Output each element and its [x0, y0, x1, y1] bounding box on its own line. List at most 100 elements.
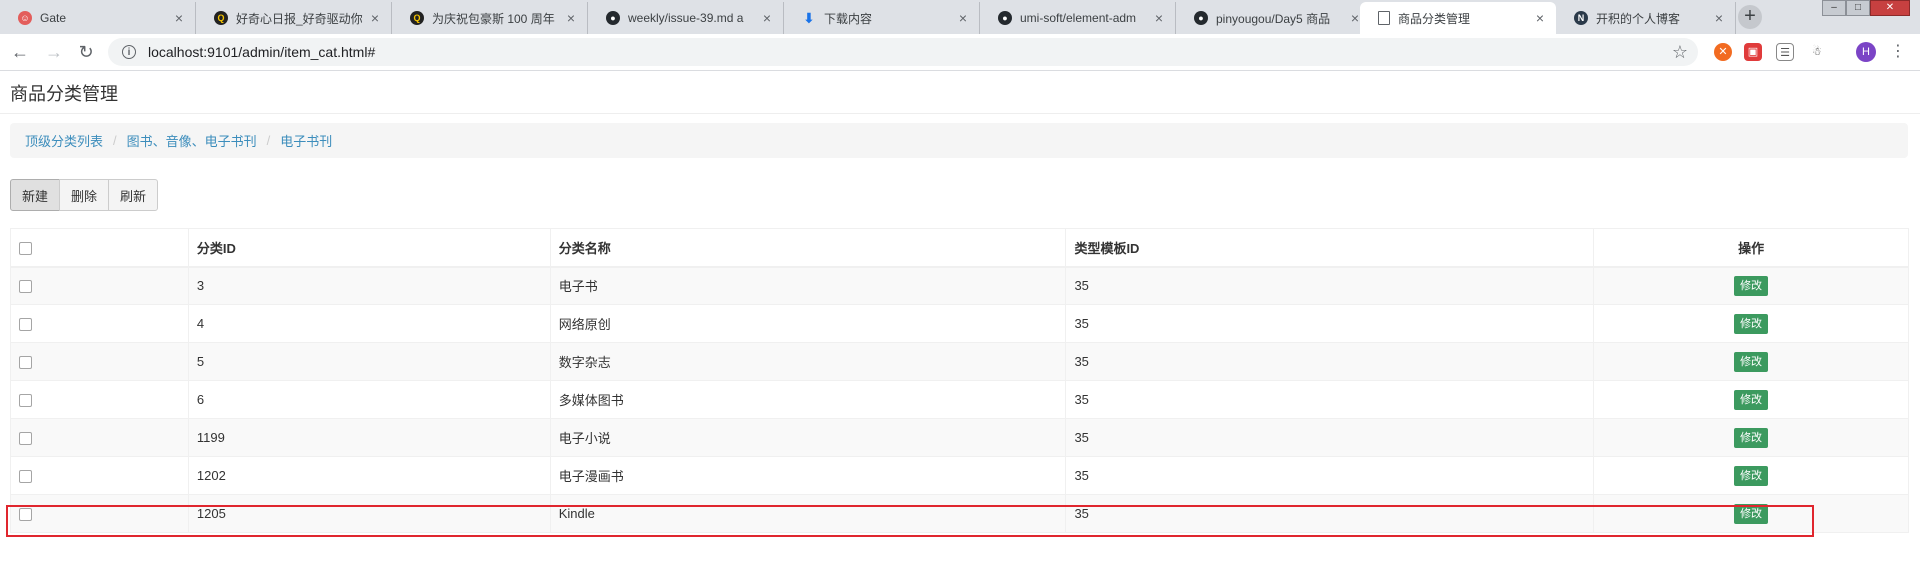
column-header-id: 分类ID [187, 228, 551, 268]
tab-pinyougou[interactable]: ● pinyougou/Day5 商品 × [1176, 2, 1372, 34]
breadcrumb: 顶级分类列表 / 图书、音像、电子书刊 / 电子书刊 [10, 123, 1908, 158]
tab-downloads[interactable]: ⬇ 下载内容 × [784, 2, 980, 34]
edit-button[interactable]: 修改 [1734, 389, 1769, 410]
tab-title: 为庆祝包豪斯 100 周年 [432, 11, 555, 26]
close-icon[interactable]: × [171, 10, 187, 26]
breadcrumb-item-level2[interactable]: 电子书刊 [280, 131, 332, 150]
row-select-cell [10, 342, 189, 381]
tab-title: umi-soft/element-adm [1020, 11, 1137, 25]
table-row: 6 多媒体图书 35 修改 [10, 380, 1909, 419]
close-icon[interactable]: × [759, 10, 775, 26]
breadcrumb-item-level1[interactable]: 图书、音像、电子书刊 [127, 131, 257, 150]
divider [0, 113, 1920, 114]
tab-qdaily-1[interactable]: Q 好奇心日报_好奇驱动你 × [196, 2, 392, 34]
back-arrow-icon[interactable]: ← [8, 40, 32, 64]
table-row: 5 数字杂志 35 修改 [10, 342, 1909, 381]
tab-blog[interactable]: N 开积的个人博客 × [1556, 2, 1736, 34]
delete-button[interactable]: 删除 [59, 179, 110, 211]
cell-template: 35 [1065, 380, 1595, 419]
minimize-window-icon[interactable]: – [1822, 0, 1846, 16]
close-window-icon[interactable]: ✕ [1870, 0, 1910, 16]
row-checkbox[interactable] [19, 280, 32, 294]
select-all-checkbox[interactable] [19, 241, 32, 255]
cell-template: 35 [1065, 456, 1595, 495]
browser-toolbar: ← → ↻ i localhost:9101/admin/item_cat.ht… [0, 34, 1920, 71]
tab-umi-soft[interactable]: ● umi-soft/element-adm × [980, 2, 1176, 34]
extension-pet-icon[interactable]: ☃ [1808, 43, 1826, 61]
info-icon[interactable]: i [122, 45, 136, 59]
cell-op: 修改 [1593, 456, 1909, 495]
address-url[interactable]: localhost:9101/admin/item_cat.html# [148, 44, 1672, 60]
table-row: 4 网络原创 35 修改 [10, 304, 1909, 343]
maximize-window-icon[interactable]: □ [1846, 0, 1870, 16]
cell-template: 35 [1065, 342, 1595, 381]
cell-op: 修改 [1593, 380, 1909, 419]
close-icon[interactable]: × [955, 10, 971, 26]
cell-name: 电子小说 [549, 418, 1067, 457]
reload-icon[interactable]: ↻ [74, 40, 98, 64]
highlight-annotation-box [6, 505, 1814, 537]
cell-op: 修改 [1593, 304, 1909, 343]
forward-arrow-icon[interactable]: → [42, 40, 66, 64]
tab-item-cat[interactable]: 商品分类管理 × [1360, 2, 1556, 34]
cell-id: 4 [187, 304, 551, 343]
tab-qdaily-2[interactable]: Q 为庆祝包豪斯 100 周年 × [392, 2, 588, 34]
row-checkbox[interactable] [19, 432, 32, 446]
breadcrumb-separator: / [113, 133, 117, 148]
cell-op: 修改 [1593, 342, 1909, 381]
row-checkbox[interactable] [19, 394, 32, 408]
extension-red-icon[interactable]: ▣ [1744, 43, 1762, 61]
tab-gate[interactable]: ☺ Gate × [0, 2, 196, 34]
tab-title: 商品分类管理 [1398, 11, 1471, 26]
close-icon[interactable]: × [1532, 10, 1548, 26]
select-all-cell [10, 228, 189, 268]
cell-name: 数字杂志 [549, 342, 1067, 381]
row-select-cell [10, 304, 189, 343]
tab-weekly[interactable]: ● weekly/issue-39.md a × [588, 2, 784, 34]
breadcrumb-separator: / [266, 133, 271, 148]
tab-title: 开积的个人博客 [1596, 11, 1681, 26]
edit-button[interactable]: 修改 [1734, 427, 1769, 448]
new-tab-button[interactable]: + [1738, 5, 1762, 29]
extension-gray-icon[interactable]: ☰ [1776, 43, 1794, 61]
cell-name: 网络原创 [549, 304, 1067, 343]
cell-template: 35 [1065, 304, 1595, 343]
row-select-cell [10, 456, 189, 495]
refresh-button[interactable]: 刷新 [108, 179, 159, 211]
row-checkbox[interactable] [19, 356, 32, 370]
cell-op: 修改 [1593, 418, 1909, 457]
download-icon: ⬇ [803, 9, 815, 26]
cell-op: 修改 [1593, 266, 1909, 305]
github-icon: ● [1194, 11, 1208, 25]
menu-kebab-icon[interactable]: ⋮ [1890, 40, 1906, 64]
close-icon[interactable]: × [1151, 10, 1167, 26]
row-checkbox[interactable] [19, 318, 32, 332]
edit-button[interactable]: 修改 [1734, 275, 1769, 296]
bookmark-star-icon[interactable]: ☆ [1672, 42, 1688, 63]
column-header-op: 操作 [1593, 228, 1909, 268]
close-icon[interactable]: × [1711, 10, 1727, 26]
close-icon[interactable]: × [367, 10, 383, 26]
cell-name: 多媒体图书 [549, 380, 1067, 419]
tab-title: 下载内容 [824, 11, 873, 26]
tab-title: pinyougou/Day5 商品 [1216, 11, 1331, 26]
cell-id: 1199 [187, 418, 551, 457]
row-checkbox[interactable] [19, 470, 32, 484]
edit-button[interactable]: 修改 [1734, 465, 1769, 486]
profile-avatar[interactable]: H [1856, 42, 1876, 62]
cell-id: 6 [187, 380, 551, 419]
edit-button[interactable]: 修改 [1734, 313, 1769, 334]
tab-strip: ☺ Gate × Q 好奇心日报_好奇驱动你 × Q 为庆祝包豪斯 100 周年… [0, 0, 1920, 34]
address-bar[interactable]: i localhost:9101/admin/item_cat.html# ☆ [108, 38, 1698, 66]
tab-title: Gate [40, 11, 67, 25]
q-favicon-icon: Q [410, 11, 424, 25]
breadcrumb-item-top[interactable]: 顶级分类列表 [25, 131, 103, 150]
extension-orange-icon[interactable]: ✕ [1714, 43, 1732, 61]
cell-template: 35 [1065, 266, 1595, 305]
new-button[interactable]: 新建 [10, 179, 61, 211]
close-icon[interactable]: × [563, 10, 579, 26]
edit-button[interactable]: 修改 [1734, 351, 1769, 372]
cell-name: 电子书 [549, 266, 1067, 305]
table-header-row: 分类ID 分类名称 类型模板ID 操作 [10, 228, 1909, 268]
row-select-cell [10, 266, 189, 305]
